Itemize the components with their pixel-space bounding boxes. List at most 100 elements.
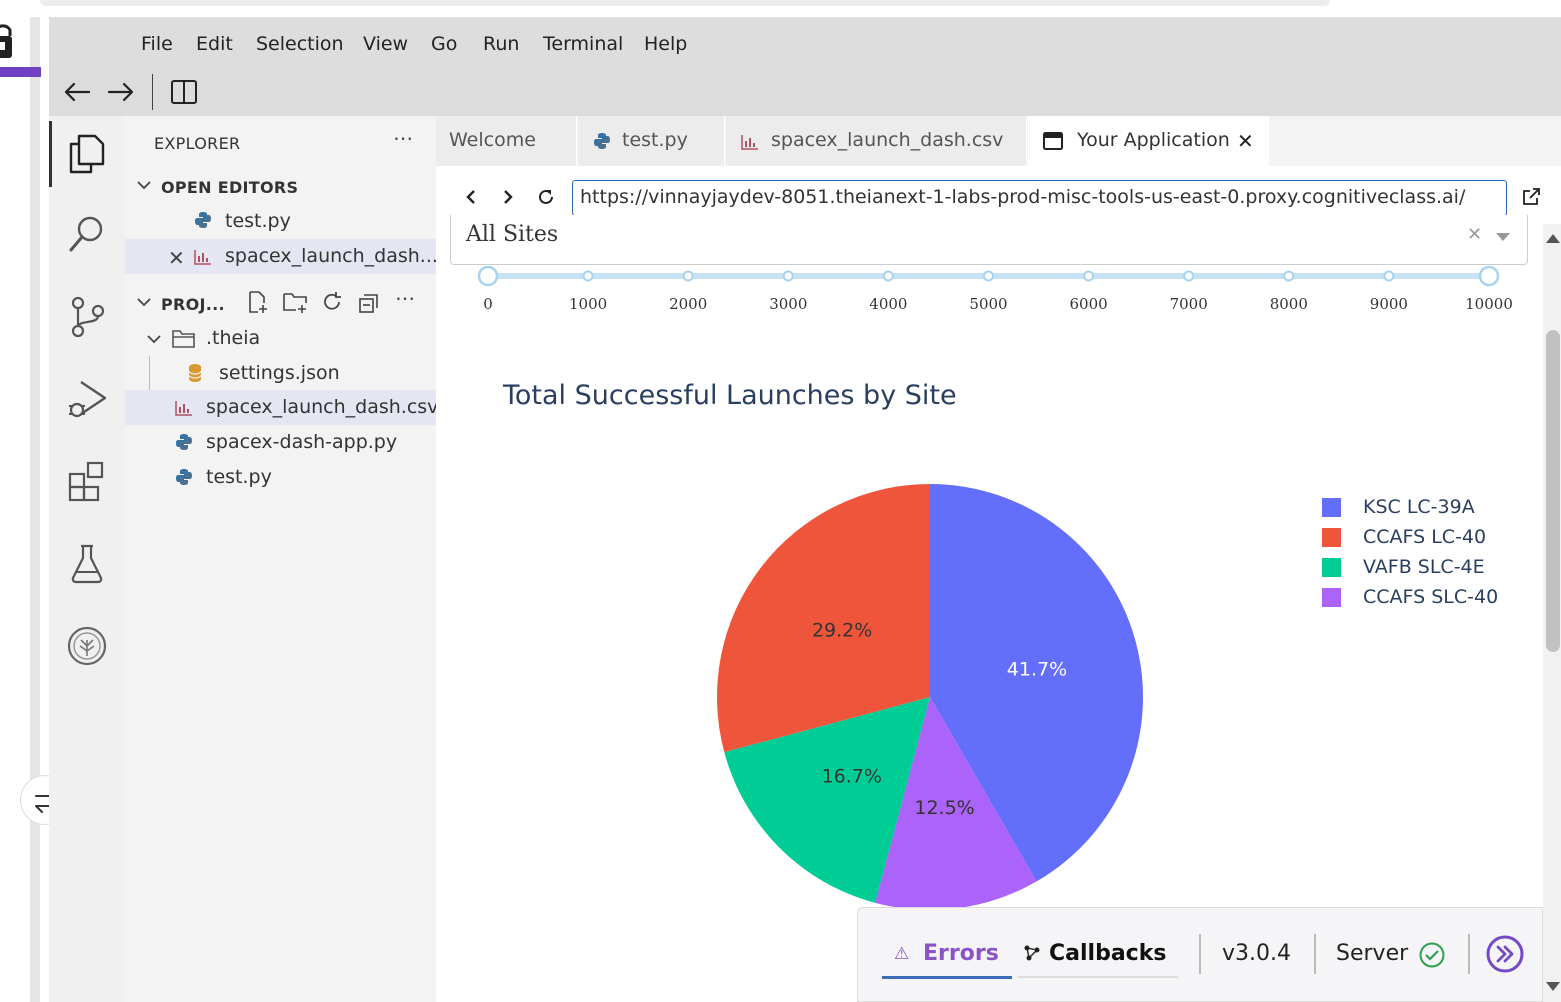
database-json-icon <box>188 363 202 383</box>
pie-slice-label: 29.2% <box>812 620 872 642</box>
chevron-left-icon[interactable] <box>465 189 477 205</box>
testing-flask-icon[interactable] <box>69 542 105 584</box>
chevron-down-icon <box>147 334 161 344</box>
run-debug-icon[interactable] <box>67 378 109 420</box>
tree-file-csv[interactable]: spacex_launch_dash.csv <box>125 390 438 425</box>
slider-tick-label: 10000 <box>1465 295 1513 313</box>
tab-welcome[interactable]: Welcome <box>436 116 577 166</box>
explorer-panel: EXPLORER ⋯ OPEN EDITORS test.py ✕ spacex… <box>125 116 438 1002</box>
scroll-up-icon[interactable] <box>1546 233 1560 243</box>
close-icon[interactable]: ✕ <box>1237 129 1254 153</box>
tree-folder-theia[interactable]: .theia <box>125 321 436 356</box>
menu-run[interactable]: Run <box>483 33 519 55</box>
menu-terminal[interactable]: Terminal <box>543 33 623 55</box>
slider-dot <box>1083 270 1095 282</box>
menu-edit[interactable]: Edit <box>196 33 233 55</box>
pie-chart: 41.7% 12.5% 16.7% 29.2% <box>717 484 1143 910</box>
csv-chart-icon <box>194 249 212 265</box>
activity-active-indicator <box>49 121 52 187</box>
search-icon[interactable] <box>67 214 107 254</box>
split-layout-icon[interactable] <box>170 78 198 106</box>
open-editor-item[interactable]: test.py <box>125 204 436 239</box>
python-file-icon <box>194 211 212 229</box>
payload-range-slider[interactable] <box>470 262 1510 292</box>
slider-dot <box>1383 270 1395 282</box>
tab-label: spacex_launch_dash.csv <box>771 129 1004 151</box>
slider-tick-label: 2000 <box>669 295 708 313</box>
version-label: v3.0.4 <box>1222 941 1291 966</box>
open-editor-item[interactable]: ✕ spacex_launch_dash... <box>125 239 438 274</box>
check-circle-icon <box>1419 942 1445 968</box>
open-editors-header[interactable]: OPEN EDITORS <box>161 178 298 197</box>
callbacks-tab[interactable]: Callbacks <box>1049 941 1166 966</box>
python-file-icon <box>175 468 193 486</box>
tree-folder-label: .theia <box>206 327 261 349</box>
slider-tick-label: 0 <box>483 295 493 313</box>
tab-test-py[interactable]: test.py <box>578 116 725 166</box>
outer-top-strip <box>40 0 1330 6</box>
extensions-icon[interactable] <box>67 460 107 502</box>
scrollbar-thumb[interactable] <box>1546 330 1560 652</box>
new-file-icon[interactable] <box>246 290 270 314</box>
legend-label: KSC LC-39A <box>1363 496 1475 518</box>
clear-icon[interactable]: ✕ <box>1467 224 1482 245</box>
url-input[interactable]: https://vinnayjaydev-8051.theianext-1-la… <box>572 180 1507 216</box>
slider-tick-label: 1000 <box>569 295 608 313</box>
tree-file-test[interactable]: test.py <box>125 460 436 495</box>
browser-window-icon <box>1043 132 1063 150</box>
slider-tick-label: 8000 <box>1269 295 1308 313</box>
tree-file-label: spacex-dash-app.py <box>206 431 398 453</box>
expand-devtools-icon[interactable] <box>1486 935 1524 973</box>
chevron-right-icon[interactable] <box>502 189 514 205</box>
scroll-down-icon[interactable] <box>1546 982 1560 992</box>
back-icon[interactable] <box>63 80 91 104</box>
lock-icon <box>0 22 14 60</box>
ai-tree-icon[interactable] <box>67 626 107 666</box>
slider-tick-label: 4000 <box>869 295 908 313</box>
slider-dot <box>983 270 994 282</box>
source-control-icon[interactable] <box>69 296 107 338</box>
dash-devtools-bar: ⚠ Errors Callbacks v3.0.4 Server <box>857 907 1543 1002</box>
outer-accent-bar <box>0 67 41 77</box>
menu-help[interactable]: Help <box>644 33 687 55</box>
slider-handle[interactable] <box>477 265 499 287</box>
explorer-icon[interactable] <box>67 132 107 174</box>
slider-handle[interactable] <box>1478 265 1500 287</box>
tree-file-settings[interactable]: settings.json <box>125 356 436 391</box>
tree-file-dash-app[interactable]: spacex-dash-app.py <box>125 425 436 460</box>
project-more-icon[interactable]: ⋯ <box>395 286 415 310</box>
refresh-icon[interactable] <box>321 291 343 313</box>
close-icon[interactable]: ✕ <box>168 246 185 270</box>
toolbar-divider <box>152 74 153 110</box>
tab-csv[interactable]: spacex_launch_dash.csv <box>726 116 1027 166</box>
forward-icon[interactable] <box>107 80 135 104</box>
errors-tab[interactable]: Errors <box>923 941 999 966</box>
open-external-icon[interactable] <box>1522 188 1540 206</box>
chevron-down-icon[interactable] <box>137 180 151 190</box>
menu-file[interactable]: File <box>141 33 173 55</box>
explorer-more-icon[interactable]: ⋯ <box>393 126 413 150</box>
legend-swatch <box>1322 498 1341 517</box>
warning-icon: ⚠ <box>894 944 910 964</box>
dropdown-arrow-icon[interactable] <box>1496 233 1510 242</box>
project-header[interactable]: PROJ... <box>161 295 225 314</box>
menu-go[interactable]: Go <box>431 33 457 55</box>
python-file-icon <box>593 132 611 150</box>
site-dropdown-value: All Sites <box>466 222 559 247</box>
tab-your-application[interactable]: Your Application ✕ <box>1028 116 1269 166</box>
slider-dot <box>782 270 794 282</box>
chevron-down-icon[interactable] <box>137 297 151 307</box>
errors-underline <box>882 976 1012 979</box>
collapse-all-icon[interactable] <box>358 292 380 314</box>
tree-file-label: test.py <box>206 466 272 488</box>
legend-label: VAFB SLC-4E <box>1363 556 1485 578</box>
tab-label: test.py <box>622 129 688 151</box>
pie-slice-label: 41.7% <box>1007 658 1067 680</box>
site-dropdown[interactable] <box>450 215 1528 265</box>
menu-selection[interactable]: Selection <box>256 33 344 55</box>
reload-icon[interactable] <box>537 188 555 206</box>
new-folder-icon[interactable] <box>282 290 308 314</box>
slider-tick-label: 9000 <box>1369 295 1408 313</box>
open-editor-label: test.py <box>225 210 291 232</box>
menu-view[interactable]: View <box>363 33 408 55</box>
